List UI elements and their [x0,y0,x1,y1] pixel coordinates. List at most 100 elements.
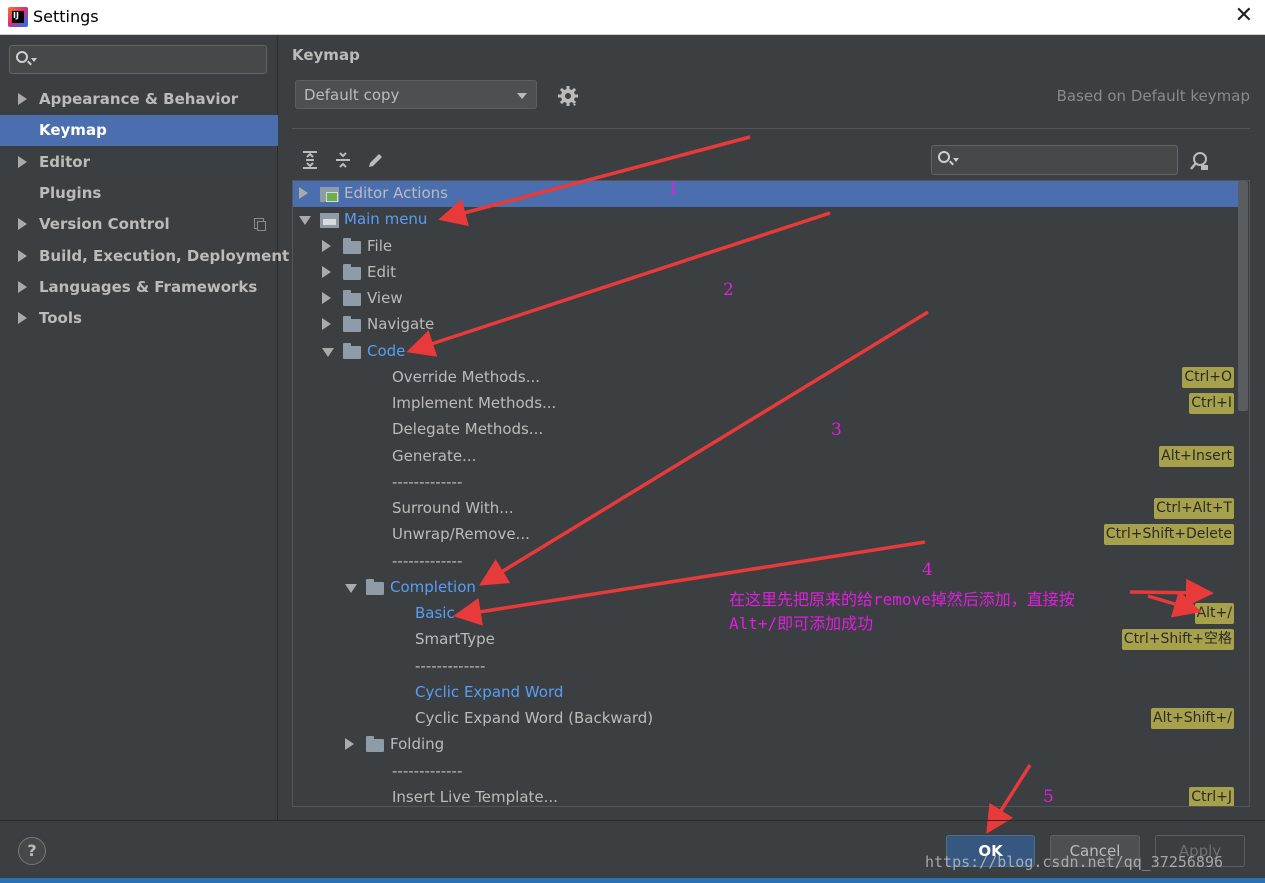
tree-row[interactable]: Editor Actions [293,181,1239,207]
tree-row-label: SmartType [415,630,495,649]
chevron-right-icon[interactable] [18,218,27,231]
sidebar-item-keymap[interactable]: Keymap [0,115,278,147]
chevron-down-icon[interactable] [322,347,334,357]
tree-row[interactable]: Main menu [293,207,1239,233]
tree-row-label: Cyclic Expand Word (Backward) [415,709,654,727]
shortcut-badge: Alt+/ [1194,603,1234,624]
sidebar-item-label: Tools [39,309,82,328]
chevron-down-icon[interactable] [299,216,311,226]
chevron-right-icon[interactable] [299,187,308,199]
chevron-right-icon[interactable] [18,312,27,325]
based-on-label: Based on Default keymap [1056,87,1250,105]
chevron-right-icon[interactable] [18,280,27,293]
chevron-right-icon[interactable] [18,93,27,105]
divider [0,820,1265,821]
tree-row-label: ------------- [392,472,463,491]
keymap-select-value: Default copy [304,86,400,104]
window-border [0,878,1265,883]
sidebar-item-build-execution-deployment[interactable]: Build, Execution, Deployment [0,241,289,272]
shortcut-badge: Ctrl+Alt+T [1154,498,1234,519]
pencil-icon[interactable] [366,150,386,170]
tree-row[interactable]: Surround With... Ctrl+Alt+T [293,496,1239,522]
chevron-right-icon[interactable] [345,738,354,751]
annotation-number-3: 3 [831,420,842,440]
gear-icon[interactable] [556,84,580,108]
sidebar-search-input[interactable] [9,45,267,74]
annotation-number-2: 2 [723,280,734,300]
sidebar-item-editor[interactable]: Editor [0,147,278,178]
title-bar: IJ Settings ✕ [0,0,1265,35]
search-icon [16,51,28,63]
tree-row-label: Delegate Methods... [392,420,544,439]
sidebar-item-label: Version Control [39,215,170,234]
sidebar-item-tools[interactable]: Tools [0,303,278,334]
tree-row[interactable]: Delegate Methods... [293,417,1239,443]
tree-row-label: Main menu [344,210,428,229]
scrollbar[interactable] [1238,181,1248,411]
chevron-right-icon[interactable] [322,318,331,331]
tree-row[interactable]: Insert Live Template... Ctrl+J [293,785,1239,806]
chevron-right-icon[interactable] [322,292,331,304]
find-by-shortcut-icon[interactable] [1188,150,1210,172]
window-title: Settings [33,7,99,26]
folder-icon [343,290,361,306]
folder-icon [343,263,361,280]
close-icon[interactable]: ✕ [1235,4,1253,28]
tree-row-label: Code [367,341,406,360]
tree-row[interactable]: Generate... Alt+Insert [293,444,1239,470]
tree-row[interactable]: Code [293,339,1239,365]
search-options-caret-icon[interactable] [31,58,37,62]
chevron-right-icon[interactable] [322,239,331,252]
shortcut-badge: Alt+Shift+/ [1151,708,1234,729]
tree-row[interactable]: Edit [293,260,1239,286]
tree-row-label: Editor Actions [344,184,448,202]
tree-row[interactable]: Folding [293,732,1239,758]
action-search-input[interactable] [931,145,1178,175]
tree-row[interactable]: Cyclic Expand Word [293,680,1239,706]
tree-row[interactable]: Cyclic Expand Word (Backward) Alt+Shift+/ [293,706,1239,732]
page-title: Keymap [292,46,360,64]
keymap-tree[interactable]: Editor Actions Main menu File Edit View Navig… [292,180,1250,807]
tree-row-label: ------------- [392,761,463,780]
folder-icon [343,342,361,359]
watermark: https://blog.csdn.net/qq_37256896 [925,853,1224,871]
chevron-right-icon[interactable] [18,249,27,262]
tree-row-label: File [367,236,393,255]
collapse-all-icon[interactable] [333,150,353,170]
expand-all-icon[interactable] [300,150,320,170]
tree-row-label: ------------- [415,656,486,675]
chevron-down-icon [517,93,527,99]
sidebar-item-label: Plugins [39,183,102,202]
sidebar-item-label: Editor [39,152,90,171]
chevron-right-icon[interactable] [322,265,331,278]
tree-row[interactable]: View [293,286,1239,312]
tree-row-label: Generate... [392,446,477,465]
tree-row[interactable]: Unwrap/Remove... Ctrl+Shift+Delete [293,522,1239,548]
tree-row-label: Navigate [367,315,435,334]
sidebar-item-appearance-and-behavior[interactable]: Appearance & Behavior [0,84,278,115]
shortcut-badge: Ctrl+J [1189,786,1234,806]
shortcut-badge: Ctrl+O [1182,366,1234,388]
chevron-down-icon[interactable] [345,583,357,593]
tree-row-label: Folding [390,735,445,754]
tree-separator: ------------- [293,654,1239,680]
sidebar-item-languages-and-frameworks[interactable]: Languages & Frameworks [0,272,278,303]
chevron-right-icon[interactable] [18,155,27,168]
annotation-number-4: 4 [922,560,933,580]
menu-icon [320,213,339,229]
help-button[interactable]: ? [18,837,46,865]
sidebar-item-plugins[interactable]: Plugins [0,178,278,209]
tree-row[interactable]: Implement Methods... Ctrl+I [293,391,1239,417]
tree-row[interactable]: File [293,234,1239,260]
tree-row-label: ------------- [392,551,463,570]
tree-row[interactable]: Override Methods... Ctrl+O [293,365,1239,391]
tree-row-label: Basic [415,604,455,622]
folder-icon [366,736,384,753]
keymap-select[interactable]: Default copy [295,80,537,109]
sidebar-item-label: Appearance & Behavior [39,90,239,108]
tree-row[interactable]: Navigate [293,312,1239,338]
divider [292,128,1250,129]
sidebar-item-version-control[interactable]: Version Control [0,209,278,240]
search-options-caret-icon[interactable] [953,158,959,162]
tree-row-label: Completion [390,577,476,596]
